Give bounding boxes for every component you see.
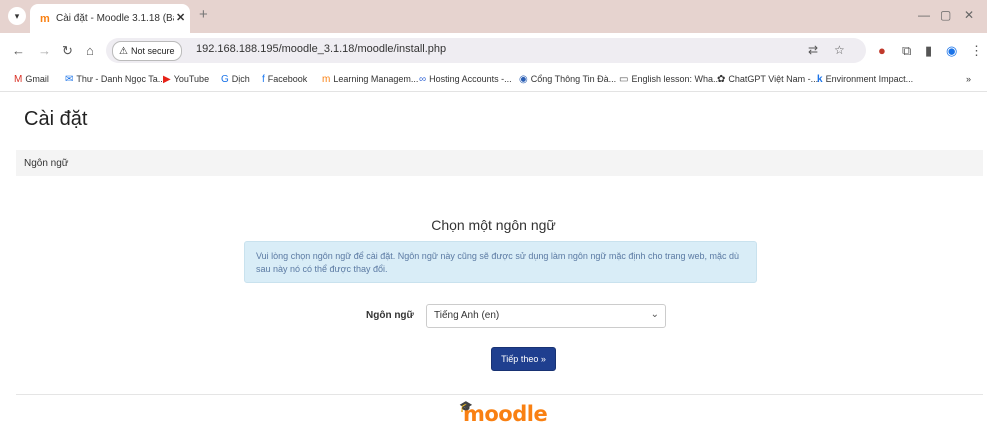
new-tab-icon[interactable]: + bbox=[199, 6, 208, 23]
minimize-icon[interactable]: — bbox=[918, 8, 930, 22]
bookmark-chatgpt[interactable]: ✿ ChatGPT Việt Nam -... bbox=[717, 74, 818, 85]
moodle-logo-text: moodle bbox=[463, 402, 548, 426]
back-icon[interactable]: ← bbox=[12, 43, 25, 58]
info-alert-text: Vui lòng chọn ngôn ngữ để cài đặt. Ngôn … bbox=[256, 251, 739, 274]
side-panel-icon[interactable]: ▮ bbox=[925, 43, 932, 59]
bookmark-youtube[interactable]: ▶ YouTube bbox=[163, 74, 209, 85]
window-close-icon[interactable]: ✕ bbox=[964, 8, 974, 22]
url-text[interactable]: 192.168.188.195/moodle_3.1.18/moodle/ins… bbox=[196, 43, 446, 55]
breadcrumb: Ngôn ngữ bbox=[16, 150, 983, 176]
more-bookmarks-icon[interactable]: » bbox=[966, 74, 971, 84]
graduation-cap-icon: 🎓 bbox=[459, 400, 473, 413]
browser-tab-active[interactable]: m Cài đặt - Moodle 3.1.18 (Bản dự ✕ bbox=[30, 4, 190, 33]
restore-icon[interactable]: ▢ bbox=[940, 8, 951, 22]
bookmark-mail[interactable]: ✉ Thư - Danh Ngọc Ta... bbox=[65, 74, 165, 85]
bookmark-environment[interactable]: k Environment Impact... bbox=[817, 74, 913, 85]
bookmark-portal[interactable]: ◉ Cổng Thông Tin Đà... bbox=[519, 74, 616, 85]
moodle-logo: 🎓 moodle bbox=[459, 400, 548, 426]
next-button[interactable]: Tiếp theo » bbox=[491, 347, 556, 371]
youtube-icon: ▶ bbox=[163, 74, 171, 85]
translate-icon[interactable]: ⇄ bbox=[808, 43, 818, 57]
english-lesson-icon: ▭ bbox=[619, 74, 629, 85]
forward-icon[interactable]: → bbox=[38, 43, 51, 58]
bookmark-hosting[interactable]: ∞ Hosting Accounts -... bbox=[419, 74, 512, 85]
bookmark-gmail[interactable]: M Gmail bbox=[14, 74, 49, 85]
not-secure-badge[interactable]: ⚠ Not secure bbox=[112, 41, 182, 61]
section-heading: Chọn một ngôn ngữ bbox=[431, 217, 556, 233]
bookmark-english[interactable]: ▭ English lesson: Wha... bbox=[619, 74, 721, 85]
tab-close-icon[interactable]: ✕ bbox=[176, 11, 185, 24]
breadcrumb-label: Ngôn ngữ bbox=[24, 158, 69, 169]
hosting-icon: ∞ bbox=[419, 74, 427, 85]
mail-icon: ✉ bbox=[65, 74, 74, 85]
chevron-down-icon: ⌄ bbox=[650, 309, 659, 320]
language-select[interactable]: Tiếng Anh (en) ⌄ bbox=[426, 304, 666, 328]
facebook-icon: f bbox=[262, 74, 265, 85]
gmail-icon: M bbox=[14, 74, 23, 85]
portal-icon: ◉ bbox=[519, 74, 528, 85]
browser-toolbar: ← → ↻ ⌂ ⚠ Not secure 192.168.188.195/mood… bbox=[0, 33, 987, 69]
extensions-puzzle-icon[interactable]: ⧉ bbox=[902, 43, 911, 59]
tab-title: Cài đặt - Moodle 3.1.18 (Bản dự bbox=[56, 13, 174, 24]
page-title: Cài đặt bbox=[24, 108, 88, 130]
browser-tab-bar: ▾ m Cài đặt - Moodle 3.1.18 (Bản dự ✕ + … bbox=[0, 0, 987, 33]
bookmark-lms[interactable]: m Learning Managem... bbox=[322, 74, 418, 85]
moodle-bookmark-icon: m bbox=[322, 74, 331, 85]
bookmark-translate[interactable]: G Dịch bbox=[221, 74, 250, 85]
profile-avatar-icon[interactable]: ◉ bbox=[946, 43, 957, 59]
moodle-favicon-icon: m bbox=[40, 13, 50, 25]
bookmark-facebook[interactable]: f Facebook bbox=[262, 74, 307, 85]
language-label: Ngôn ngữ bbox=[366, 310, 414, 321]
extension-icon[interactable]: ● bbox=[878, 43, 886, 58]
not-secure-label: Not secure bbox=[130, 46, 175, 56]
bookmark-star-icon[interactable]: ☆ bbox=[834, 43, 845, 57]
environment-icon: k bbox=[817, 74, 823, 85]
language-select-value: Tiếng Anh (en) bbox=[434, 310, 500, 321]
tab-search-icon[interactable]: ▾ bbox=[8, 7, 26, 25]
address-bar[interactable]: ⚠ Not secure 192.168.188.195/moodle_3.1.1… bbox=[106, 38, 866, 63]
home-icon[interactable]: ⌂ bbox=[86, 43, 94, 58]
chatgpt-icon: ✿ bbox=[717, 74, 726, 85]
reload-icon[interactable]: ↻ bbox=[62, 43, 73, 59]
warning-icon: ⚠ bbox=[119, 46, 128, 57]
info-alert: Vui lòng chọn ngôn ngữ để cài đặt. Ngôn … bbox=[244, 241, 757, 283]
bookmarks-bar: M Gmail ✉ Thư - Danh Ngọc Ta... ▶ YouTube G… bbox=[0, 69, 987, 92]
translate-bookmark-icon: G bbox=[221, 74, 229, 85]
footer-divider bbox=[16, 394, 983, 395]
browser-menu-icon[interactable]: ⋮ bbox=[970, 43, 983, 59]
